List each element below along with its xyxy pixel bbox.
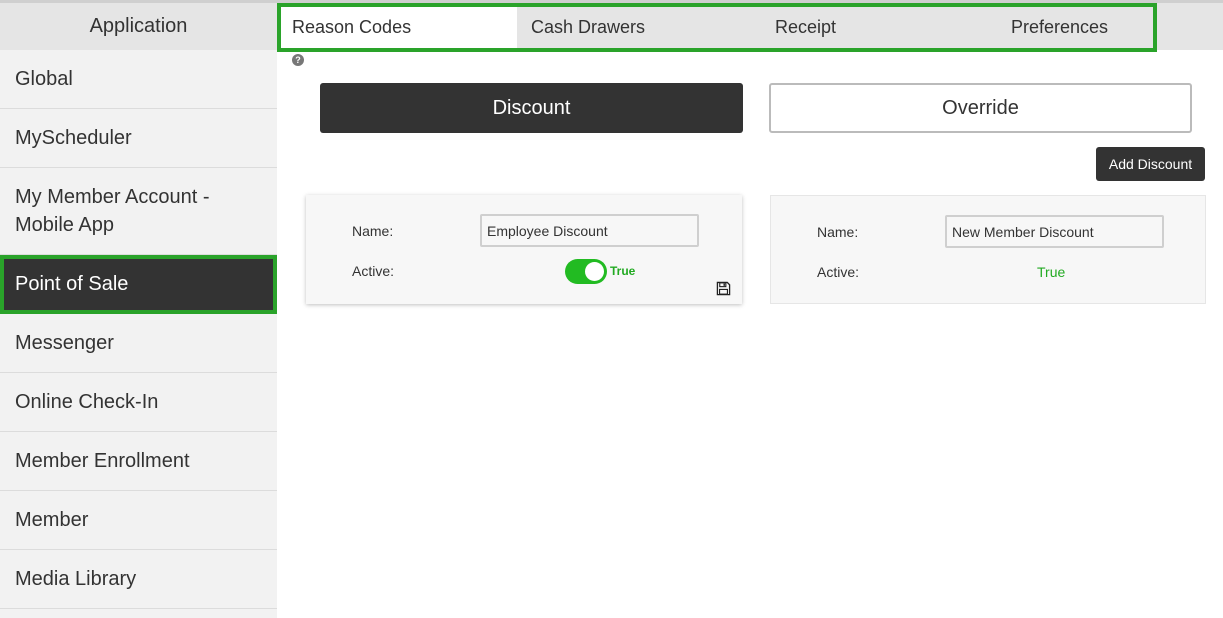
tab-cash-drawers[interactable]: Cash Drawers xyxy=(517,7,757,48)
sidebar-header: Application xyxy=(0,0,277,50)
name-label: Name: xyxy=(817,224,859,240)
sidebar-item-member[interactable]: Member xyxy=(0,491,277,550)
tab-reason-codes[interactable]: Reason Codes xyxy=(281,7,517,48)
sidebar-item-global[interactable]: Global xyxy=(0,50,277,109)
sidebar-item-myscheduler[interactable]: MyScheduler xyxy=(0,109,277,168)
sidebar-item-member-enrollment[interactable]: Member Enrollment xyxy=(0,432,277,491)
override-segment-button[interactable]: Override xyxy=(769,83,1192,133)
sidebar-item-label: Media Library xyxy=(15,567,137,590)
discount-segment-button[interactable]: Discount xyxy=(320,83,743,133)
sidebar-item-label: Online Check-In xyxy=(15,390,159,413)
tab-preferences[interactable]: Preferences xyxy=(997,7,1153,48)
sidebar-item-label: My Member Account - Mobile App xyxy=(15,186,210,236)
sidebar-item-media-library[interactable]: Media Library xyxy=(0,550,277,609)
active-value: True xyxy=(1037,264,1066,280)
sidebar-item-messenger[interactable]: Messenger xyxy=(0,314,277,373)
discount-card-editing: Name: Active: True xyxy=(306,195,742,304)
sidebar-item-label: Member xyxy=(15,508,89,531)
tab-receipt[interactable]: Receipt xyxy=(757,7,997,48)
sidebar-item-label: Point of Sale xyxy=(15,273,129,295)
name-input[interactable] xyxy=(945,215,1164,248)
active-toggle[interactable] xyxy=(565,259,607,284)
tab-group: Reason Codes Cash Drawers Receipt Prefer… xyxy=(277,3,1157,52)
active-value: True xyxy=(610,264,636,278)
sidebar-item-label: Global xyxy=(15,67,73,90)
sidebar-list: Global MyScheduler My Member Account - M… xyxy=(0,50,277,609)
sidebar-item-label: MyScheduler xyxy=(15,126,132,149)
sidebar-item-my-member-account[interactable]: My Member Account - Mobile App xyxy=(0,168,277,255)
sidebar-item-label: Messenger xyxy=(15,331,114,354)
toggle-knob xyxy=(585,262,604,281)
sidebar-item-point-of-sale[interactable]: Point of Sale xyxy=(0,255,277,314)
save-icon[interactable] xyxy=(716,281,731,296)
app-sidebar: Application Global MyScheduler My Member… xyxy=(0,0,277,618)
name-label: Name: xyxy=(352,223,394,239)
sidebar-item-online-check-in[interactable]: Online Check-In xyxy=(0,373,277,432)
active-label: Active: xyxy=(352,263,395,279)
discount-card: Name: Active: True xyxy=(770,195,1206,304)
sidebar-item-label: Member Enrollment xyxy=(15,449,190,472)
active-label: Active: xyxy=(817,264,860,280)
top-tab-bar: Reason Codes Cash Drawers Receipt Prefer… xyxy=(277,0,1223,52)
name-input[interactable] xyxy=(480,214,699,247)
help-icon[interactable]: ? xyxy=(292,54,304,66)
add-discount-button[interactable]: Add Discount xyxy=(1096,147,1205,181)
